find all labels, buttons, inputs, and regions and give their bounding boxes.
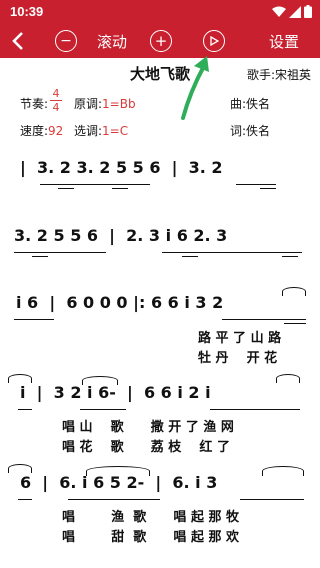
lyric-5-2: 唱 甜 歌 唱 起 那 欢: [62, 530, 239, 545]
beam: [182, 256, 198, 258]
score-line-2: 3. 2 5 5 6 | 2. 3 i 6 2. 3: [14, 226, 228, 245]
beam: [112, 188, 128, 190]
beam: [68, 499, 160, 501]
beat-top: 4: [52, 87, 60, 100]
composer: 曲:佚名: [230, 97, 271, 111]
beam: [32, 256, 48, 258]
score-line-3: i 6 | 6 0 0 0 |: 6 6 i 3 2: [16, 293, 224, 312]
status-time: 10:39: [10, 4, 44, 19]
slur: [86, 466, 150, 476]
original-key-label: 原调:: [74, 97, 103, 111]
beam: [80, 409, 126, 411]
selected-key: 选调:1=C: [74, 122, 128, 139]
selected-key-value: 1=C: [102, 124, 129, 138]
beam: [210, 409, 300, 411]
status-bar: 10:39: [0, 0, 320, 24]
toolbar: − 滚动 + 设置: [0, 24, 320, 58]
lyric-3-2: 牡 丹 开 花: [198, 351, 278, 366]
slur: [282, 287, 306, 296]
singer: 歌手:宋祖英: [247, 68, 312, 82]
lyric-3-1: 路 平 了 山 路: [198, 331, 282, 346]
slur: [8, 374, 32, 383]
wifi-icon: [272, 6, 286, 17]
beam: [14, 252, 106, 254]
tempo-label: 速度:: [20, 124, 49, 138]
lyric-4-2: 唱 花 歌 荔 枝 红 了: [62, 440, 230, 455]
beat-label: 节奏:: [20, 97, 49, 111]
beam: [18, 499, 32, 501]
original-key: 原调:1=Bb: [74, 95, 136, 112]
beam: [240, 499, 304, 501]
beam: [14, 319, 54, 321]
slur: [262, 466, 304, 476]
lyricist: 词:佚名: [230, 124, 271, 138]
beam: [260, 188, 276, 190]
scroll-button[interactable]: 滚动: [92, 28, 132, 54]
status-icons: [272, 5, 312, 18]
beam: [40, 184, 150, 186]
play-icon: [210, 36, 219, 46]
slur: [82, 376, 118, 385]
tempo: 速度:92: [20, 122, 63, 139]
score-line-1: | 3. 2 3. 2 5 5 6 | 3. 2: [20, 158, 223, 177]
beat-bottom: 4: [52, 101, 60, 114]
lyric-4-1: 唱 山 歌 撒 开 了 渔 网: [62, 420, 234, 435]
slur: [8, 464, 32, 473]
beam: [236, 184, 276, 186]
beam: [222, 319, 306, 321]
beam: [18, 409, 32, 411]
beam: [284, 323, 306, 325]
zoom-in-button[interactable]: +: [150, 30, 172, 52]
slur: [276, 374, 300, 383]
original-key-value: 1=Bb: [102, 97, 136, 111]
beam: [58, 188, 74, 190]
beam: [162, 252, 302, 254]
tempo-value: 92: [48, 124, 64, 138]
selected-key-label: 选调:: [74, 124, 103, 138]
settings-button[interactable]: 设置: [264, 28, 304, 54]
zoom-out-button[interactable]: −: [55, 30, 77, 52]
beat-fraction: 4 4: [50, 88, 62, 113]
lyric-5-1: 唱 渔 歌 唱 起 那 牧: [62, 510, 239, 525]
minus-icon: −: [60, 33, 72, 49]
battery-icon: [304, 5, 312, 18]
back-button[interactable]: [6, 28, 30, 54]
signal-icon: [289, 5, 301, 18]
plus-icon: +: [154, 31, 168, 50]
score-line-4: i | 3 2 i 6- | 6 6 i 2 i: [20, 383, 211, 402]
play-button[interactable]: [203, 30, 225, 52]
back-arrow-icon: [12, 32, 23, 50]
beam: [282, 256, 298, 258]
